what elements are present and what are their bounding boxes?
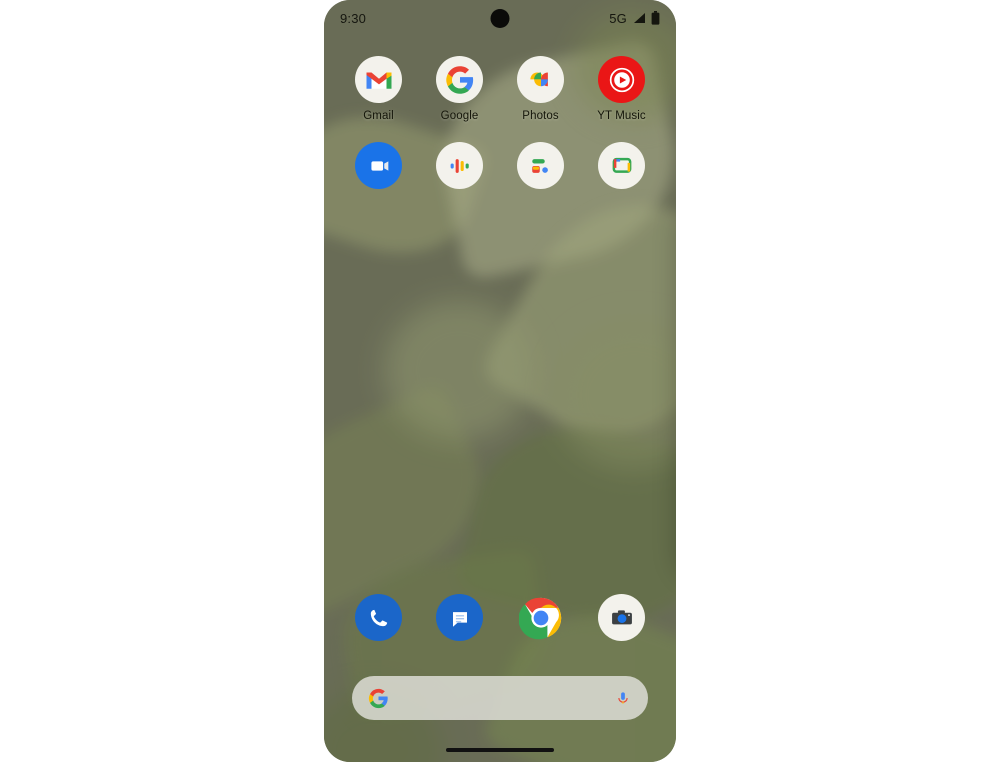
gmail-icon <box>355 56 402 103</box>
app-label: YT Music <box>597 110 646 122</box>
app-row-1: Gmail Google Photos YT Music <box>324 56 676 122</box>
app-yt-music[interactable]: YT Music <box>587 56 657 122</box>
status-time: 9:30 <box>340 10 367 26</box>
app-photos[interactable]: Photos <box>506 56 576 122</box>
phone-device-frame: 9:30 5G Gmail Google Photos YT Music <box>324 0 676 762</box>
google-meet-icon <box>355 142 402 189</box>
microphone-icon[interactable] <box>614 688 632 708</box>
chrome-icon <box>517 594 564 641</box>
camera-icon <box>598 594 645 641</box>
google-keep-icon <box>517 142 564 189</box>
home-gesture-pill[interactable] <box>446 748 554 752</box>
app-keep[interactable] <box>506 142 576 196</box>
search-input[interactable] <box>399 689 604 707</box>
google-g-icon <box>368 688 388 708</box>
dock-app-camera[interactable] <box>587 594 657 648</box>
app-label: Photos <box>522 110 559 122</box>
google-icon <box>436 56 483 103</box>
signal-bars-icon <box>634 13 645 23</box>
dock <box>324 594 676 648</box>
app-gmail[interactable]: Gmail <box>344 56 414 122</box>
dock-row <box>324 594 676 648</box>
google-assistant-icon <box>436 142 483 189</box>
google-search-bar[interactable] <box>352 676 648 720</box>
dock-app-messages[interactable] <box>425 594 495 648</box>
messages-icon <box>436 594 483 641</box>
network-type-label: 5G <box>609 10 627 26</box>
app-label: Gmail <box>363 110 394 122</box>
app-meet[interactable] <box>344 142 414 196</box>
dock-app-chrome[interactable] <box>506 594 576 648</box>
app-label: Google <box>440 110 479 122</box>
app-chat[interactable] <box>587 142 657 196</box>
google-chat-icon <box>598 142 645 189</box>
youtube-music-icon <box>598 56 645 103</box>
google-photos-icon <box>517 56 564 103</box>
battery-icon <box>651 11 660 25</box>
front-camera-punchhole-icon <box>490 9 510 28</box>
phone-icon <box>355 594 402 641</box>
dock-app-phone[interactable] <box>344 594 414 648</box>
app-google[interactable]: Google <box>425 56 495 122</box>
status-indicators: 5G <box>609 11 660 26</box>
app-assistant[interactable] <box>425 142 495 196</box>
screenshot-canvas: 9:30 5G Gmail Google Photos YT Music <box>0 0 1000 762</box>
app-row-2 <box>324 142 676 196</box>
app-grid: Gmail Google Photos YT Music <box>324 56 676 196</box>
